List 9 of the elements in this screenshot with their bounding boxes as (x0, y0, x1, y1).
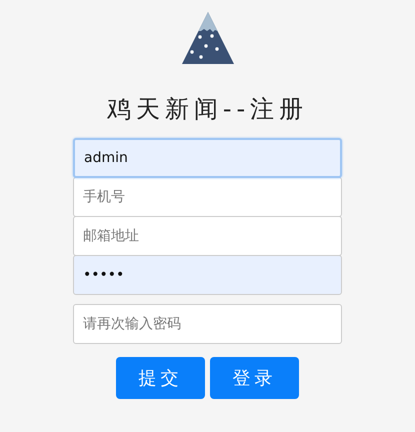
submit-button[interactable]: 提交 (116, 357, 205, 399)
mountain-logo-icon (182, 12, 234, 64)
input-field[interactable]: ••••• (73, 255, 342, 295)
input-field[interactable]: admin (73, 138, 342, 178)
input-field[interactable]: 请再次输入密码 (73, 304, 342, 344)
input-field[interactable]: 邮箱地址 (73, 216, 342, 256)
submit-button[interactable]: 登录 (210, 357, 299, 399)
page-title: 鸡天新闻--注册 (106, 94, 308, 125)
input-field[interactable]: 手机号 (73, 177, 342, 217)
